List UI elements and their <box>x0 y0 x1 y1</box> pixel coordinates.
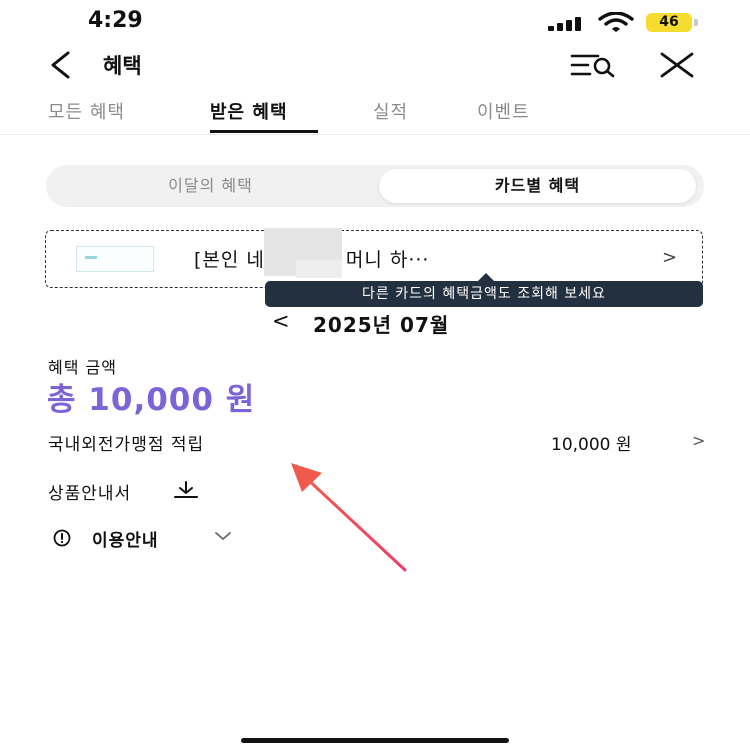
search-list-icon[interactable] <box>570 52 616 78</box>
previous-month-button[interactable]: < <box>272 309 290 333</box>
redaction-block-lower <box>296 260 342 278</box>
tab-received-benefits[interactable]: 받은 혜택 <box>210 98 288 124</box>
card-thumbnail <box>76 246 154 272</box>
home-indicator <box>241 738 509 743</box>
page-title: 혜택 <box>103 54 142 78</box>
signal-icon <box>548 17 588 31</box>
benefit-row-name[interactable]: 국내외전가맹점 적립 <box>48 430 204 455</box>
product-guide-link[interactable]: 상품안내서 <box>48 479 131 504</box>
total-benefit-amount: 총 10,000 원 <box>47 382 256 418</box>
segment-monthly-benefits[interactable]: 이달의 혜택 <box>46 165 375 207</box>
tab-performance[interactable]: 실적 <box>373 98 408 124</box>
status-time: 4:29 <box>88 8 143 33</box>
wifi-icon <box>598 12 634 32</box>
card-selector-chevron[interactable]: > <box>662 247 677 268</box>
tooltip-arrow <box>478 273 494 281</box>
battery-tip <box>694 19 698 26</box>
usage-guide-toggle[interactable]: 이용안내 <box>92 526 159 551</box>
back-icon[interactable] <box>46 50 74 80</box>
close-icon[interactable] <box>658 51 696 79</box>
tab-all-benefits[interactable]: 모든 혜택 <box>48 98 125 124</box>
benefit-view-toggle: 이달의 혜택 카드별 혜택 <box>46 165 704 207</box>
tab-events[interactable]: 이벤트 <box>477 98 530 124</box>
benefit-row-chevron[interactable]: > <box>692 431 705 450</box>
active-tab-indicator <box>210 130 318 133</box>
month-label: 2025년 07월 <box>313 313 450 337</box>
segment-card-benefits[interactable]: 카드별 혜택 <box>379 169 696 203</box>
chevron-down-icon[interactable] <box>213 529 233 543</box>
tab-bar: 모든 혜택 받은 혜택 실적 이벤트 <box>0 98 750 135</box>
benefit-row-amount[interactable]: 10,000 원 <box>551 430 632 455</box>
card-tooltip: 다른 카드의 혜택금액도 조회해 보세요 <box>265 281 703 307</box>
info-icon <box>53 529 71 547</box>
download-icon[interactable] <box>174 481 198 499</box>
battery-icon: 46 <box>646 13 692 32</box>
